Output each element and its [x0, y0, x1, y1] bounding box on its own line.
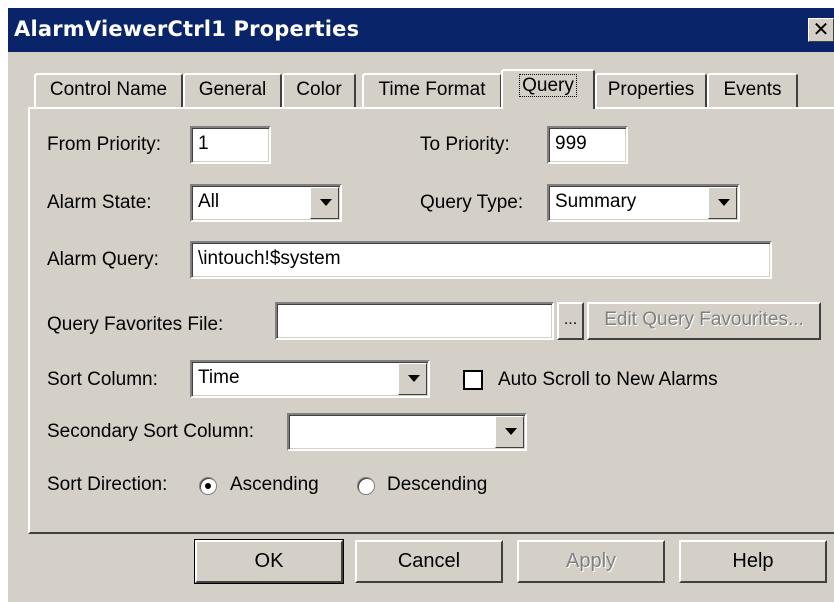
help-button[interactable]: Help — [679, 540, 827, 583]
tab-events[interactable]: Events — [707, 73, 798, 107]
title-bar: AlarmViewerCtrl1 Properties ✕ — [8, 8, 834, 52]
alarm-query-label: Alarm Query: — [47, 249, 159, 270]
chevron-down-icon — [320, 199, 332, 206]
secondary-sort-dropdown-button[interactable] — [495, 416, 524, 448]
radio-selected-dot — [205, 483, 211, 489]
query-type-label: Query Type: — [420, 192, 524, 213]
window-title: AlarmViewerCtrl1 Properties — [14, 17, 360, 41]
chevron-down-icon — [408, 375, 420, 382]
auto-scroll-label: Auto Scroll to New Alarms — [498, 369, 718, 390]
query-favorites-input[interactable] — [275, 302, 554, 340]
ascending-radio[interactable] — [199, 477, 217, 495]
from-priority-label: From Priority: — [47, 134, 161, 155]
ascending-label: Ascending — [230, 474, 319, 495]
from-priority-input[interactable]: 1 — [190, 126, 271, 164]
tab-properties[interactable]: Properties — [595, 73, 707, 107]
tab-query[interactable]: Query — [501, 69, 595, 109]
alarm-state-dropdown-button[interactable] — [310, 187, 339, 219]
secondary-sort-select[interactable] — [287, 413, 527, 451]
edit-query-favourites-button[interactable]: Edit Query Favourites... — [587, 302, 821, 340]
descending-label: Descending — [387, 474, 488, 495]
descending-radio[interactable] — [357, 477, 375, 495]
sort-column-select[interactable]: Time — [190, 360, 430, 398]
to-priority-input[interactable]: 999 — [547, 126, 628, 164]
query-type-select[interactable]: Summary — [547, 184, 740, 222]
secondary-sort-label: Secondary Sort Column: — [47, 421, 254, 442]
properties-dialog: AlarmViewerCtrl1 Properties ✕ Control Na… — [7, 7, 834, 602]
ok-button[interactable]: OK — [194, 539, 344, 584]
tab-color[interactable]: Color — [282, 73, 356, 107]
alarm-state-label: Alarm State: — [47, 192, 152, 213]
tab-control-name[interactable]: Control Name — [34, 73, 183, 107]
tab-time-format[interactable]: Time Format — [362, 73, 502, 107]
auto-scroll-checkbox[interactable] — [463, 370, 483, 390]
tab-query-label: Query — [519, 74, 577, 97]
chevron-down-icon — [505, 428, 517, 435]
close-button[interactable]: ✕ — [808, 18, 834, 42]
apply-button[interactable]: Apply — [517, 540, 665, 583]
query-type-value: Summary — [555, 191, 637, 212]
alarm-state-select[interactable]: All — [190, 184, 342, 222]
sort-column-dropdown-button[interactable] — [398, 363, 427, 395]
cancel-button[interactable]: Cancel — [355, 540, 503, 583]
to-priority-label: To Priority: — [420, 134, 510, 155]
tab-general[interactable]: General — [183, 73, 282, 107]
query-tab-panel: From Priority: 1 To Priority: 999 Alarm … — [28, 107, 834, 534]
sort-column-value: Time — [198, 367, 240, 388]
chevron-down-icon — [718, 199, 730, 206]
alarm-query-input[interactable]: \intouch!$system — [190, 241, 772, 279]
sort-direction-label: Sort Direction: — [47, 474, 168, 495]
browse-favorites-button[interactable]: ... — [557, 302, 584, 340]
alarm-state-value: All — [198, 191, 220, 212]
sort-column-label: Sort Column: — [47, 369, 158, 390]
query-favorites-label: Query Favorites File: — [47, 314, 224, 335]
query-type-dropdown-button[interactable] — [708, 187, 737, 219]
